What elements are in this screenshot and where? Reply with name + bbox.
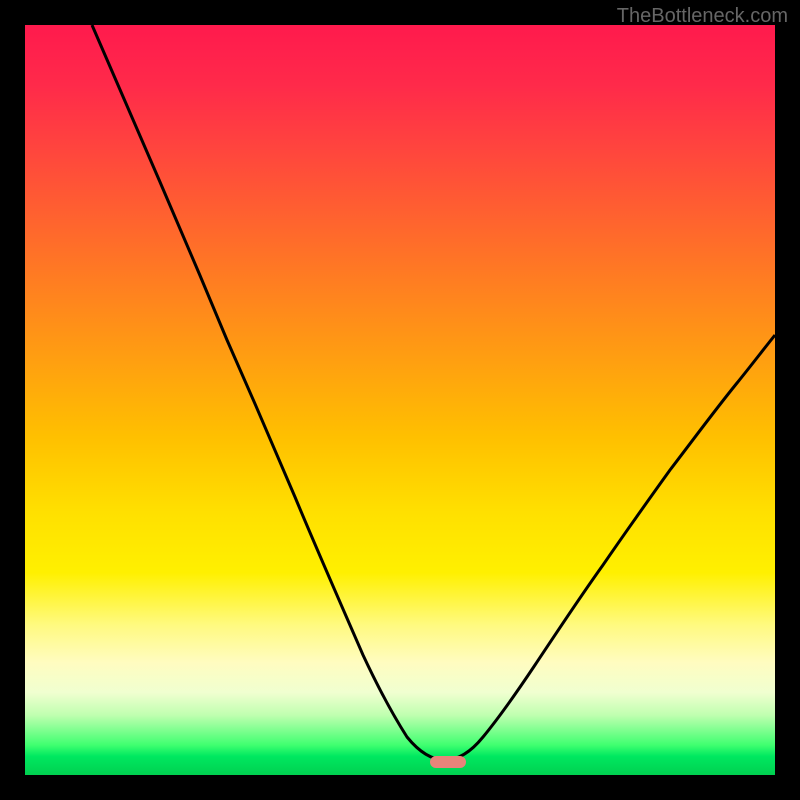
- plot-gradient-area: [25, 25, 775, 775]
- minimum-marker: [430, 756, 466, 768]
- bottleneck-chart: TheBottleneck.com: [0, 0, 800, 800]
- watermark-text: TheBottleneck.com: [617, 5, 788, 28]
